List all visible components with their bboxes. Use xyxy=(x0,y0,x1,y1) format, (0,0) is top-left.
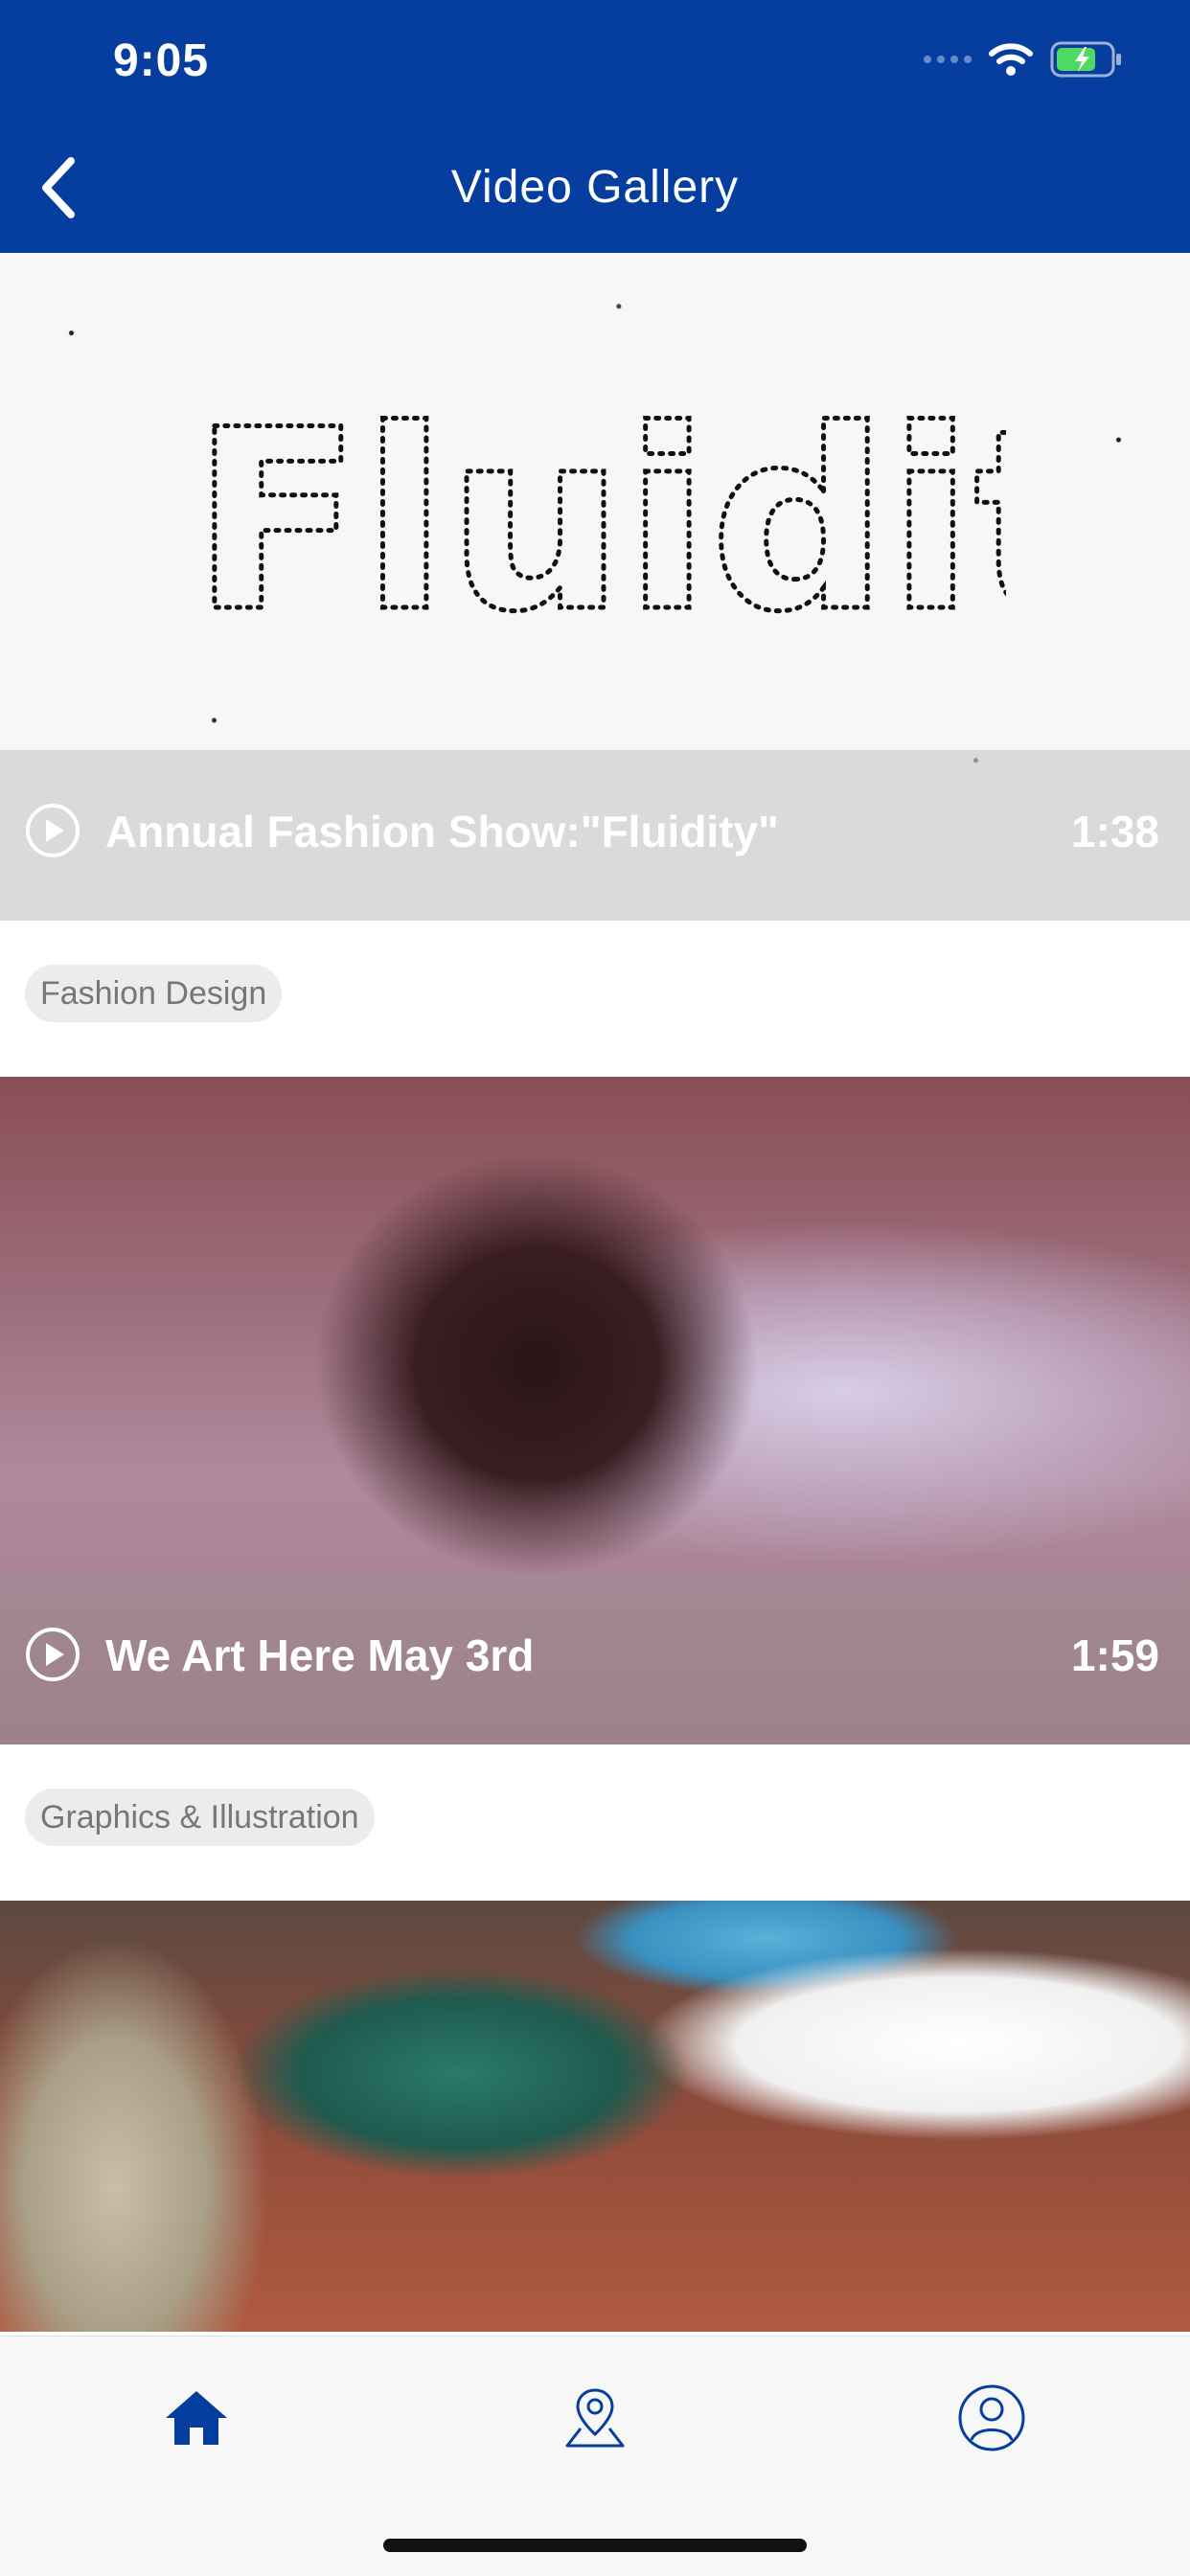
video-duration: 1:59 xyxy=(1070,1630,1159,1680)
video-card[interactable] xyxy=(0,1901,1190,2332)
fluidity-artwork: Fluidity xyxy=(190,387,1007,646)
app-header: 9:05 Video Gallery xyxy=(0,0,1190,253)
video-thumbnail[interactable]: We Art Here May 3rd 1:59 xyxy=(0,1077,1190,1744)
video-title[interactable]: Annual Fashion Show:"Fluidity" xyxy=(105,806,779,857)
status-time: 9:05 xyxy=(113,35,210,86)
video-list[interactable]: Fluidity Annual Fashion Show:"Fluidity" … xyxy=(0,253,1190,2336)
video-thumbnail[interactable]: Fluidity Annual Fashion Show:"Fluidity" … xyxy=(0,253,1190,921)
category-tag[interactable]: Fashion Design xyxy=(25,965,283,1022)
home-indicator xyxy=(383,2539,807,2552)
play-icon[interactable] xyxy=(25,803,80,858)
tag-row: Fashion Design xyxy=(0,921,1190,1077)
wifi-icon xyxy=(989,42,1033,77)
category-tag[interactable]: Graphics & Illustration xyxy=(25,1789,375,1846)
video-card[interactable]: We Art Here May 3rd 1:59 Graphics & Illu… xyxy=(0,1077,1190,1901)
signal-icon xyxy=(924,56,972,63)
video-duration: 1:38 xyxy=(1070,807,1159,856)
video-thumbnail[interactable] xyxy=(0,1901,1190,2332)
map-pin-icon xyxy=(565,2388,625,2448)
battery-icon xyxy=(1050,41,1123,78)
video-info-overlay: Annual Fashion Show:"Fluidity" 1:38 xyxy=(0,750,1190,921)
home-icon xyxy=(166,2391,227,2445)
tab-profile[interactable] xyxy=(949,2375,1035,2461)
video-title[interactable]: We Art Here May 3rd xyxy=(105,1630,534,1681)
tab-map[interactable] xyxy=(552,2375,638,2461)
video-info-overlay: We Art Here May 3rd 1:59 xyxy=(0,1574,1190,1744)
status-icons xyxy=(924,40,1123,79)
tab-home[interactable] xyxy=(153,2375,240,2461)
svg-text:Fluidity: Fluidity xyxy=(192,387,1006,646)
tag-row: Graphics & Illustration xyxy=(0,1744,1190,1901)
play-icon[interactable] xyxy=(25,1627,80,1682)
video-card[interactable]: Fluidity Annual Fashion Show:"Fluidity" … xyxy=(0,253,1190,1077)
page-title: Video Gallery xyxy=(450,162,740,213)
profile-icon xyxy=(958,2384,1025,2451)
